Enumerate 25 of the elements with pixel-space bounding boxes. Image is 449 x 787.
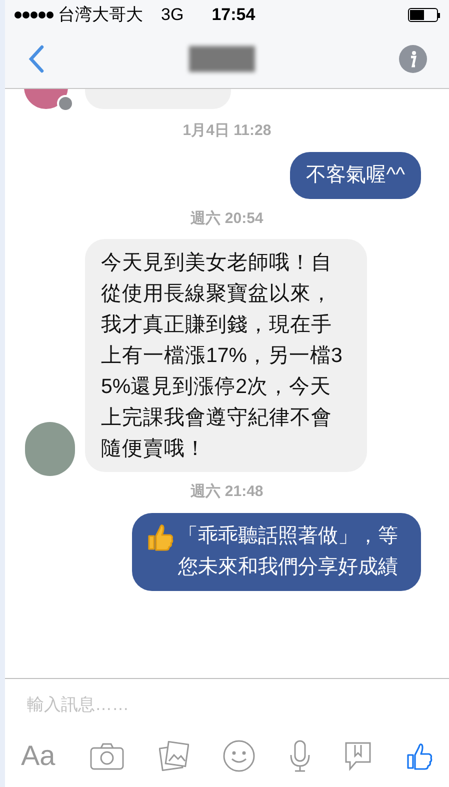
fb-badge-icon — [57, 95, 74, 111]
smiley-icon[interactable] — [223, 740, 256, 772]
carrier-name: 台湾大哥大 — [58, 4, 143, 26]
timestamp: 1月4日 11:28 — [182, 121, 272, 141]
like-icon[interactable] — [407, 742, 433, 770]
microphone-icon[interactable] — [290, 740, 310, 772]
signal-icon — [14, 11, 54, 19]
timestamp: 週六 20:54 — [190, 208, 264, 228]
network-type: 3G — [161, 4, 184, 26]
message-text: 「乖乖聽話照著做」，等您未來和我們分享好成績 — [178, 524, 399, 580]
back-icon[interactable] — [27, 44, 45, 74]
timestamp: 週六 21:48 — [190, 482, 264, 502]
battery-icon — [408, 8, 440, 22]
gallery-icon[interactable] — [158, 740, 188, 770]
message-input[interactable]: 輸入訊息…… — [27, 692, 427, 718]
avatar — [25, 422, 75, 476]
message-text: 今天見到美女老師哦！自從使用長線聚寶盆以來，我才真正賺到錢，現在手上有一檔漲17%，另一檔35%還見到漲停2次，今天上完課我會遵守紀律不會隨便賣哦！ — [101, 251, 342, 460]
message-text: 不客氣喔^^ — [306, 162, 405, 188]
clock-time: 17:54 — [212, 4, 256, 26]
speech-bubble-icon[interactable] — [344, 740, 372, 770]
camera-icon[interactable] — [90, 742, 124, 770]
info-icon[interactable] — [399, 45, 427, 73]
blurred-contact-name — [189, 46, 255, 72]
text-format-button[interactable]: Aa — [21, 734, 56, 776]
thumbs-up-icon — [148, 522, 174, 550]
